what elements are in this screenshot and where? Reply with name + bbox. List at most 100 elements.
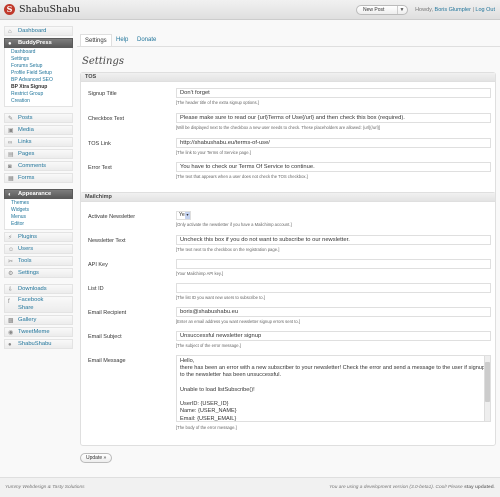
menu-label: Posts	[18, 115, 33, 121]
tab-donate[interactable]: Donate	[137, 34, 156, 46]
menu-label: Tools	[18, 258, 32, 264]
menu-appearance[interactable]: ◐ Appearance	[4, 189, 73, 199]
textarea-scrollbar[interactable]	[484, 356, 490, 421]
activate-newsletter-select[interactable]: Yes ▼	[176, 211, 191, 220]
menu-plugins[interactable]: ⚡ Plugins	[4, 232, 73, 242]
signup-title-input[interactable]: Don't forget	[176, 88, 491, 98]
api-key-label: API Key	[88, 262, 108, 268]
activate-newsletter-label: Activate Newsletter	[88, 214, 136, 220]
submenu-item-widgets[interactable]: Widgets	[5, 207, 72, 214]
mailchimp-panel-heading: Mailchimp	[81, 193, 495, 202]
page-icon: ▤	[8, 151, 14, 158]
tos-link-input[interactable]: http://shabushabu.eu/terms-of-use/	[176, 138, 491, 148]
shabushabu-icon: ●	[8, 341, 12, 348]
menu-comments[interactable]: ◙ Comments	[4, 161, 73, 171]
howdy-text: Howdy,	[415, 7, 434, 13]
submenu-item-menus[interactable]: Menus	[5, 214, 72, 221]
menu-gallery[interactable]: ▩ Gallery	[4, 315, 73, 325]
menu-label: ShabuShabu	[18, 341, 52, 347]
email-recipient-input[interactable]: boris@shabushabu.eu	[176, 307, 491, 317]
dashboard-icon: ⌂	[8, 28, 12, 35]
list-id-label: List ID	[88, 286, 104, 292]
menu-facebook-share[interactable]: f Facebook Share	[4, 296, 73, 313]
email-subject-input[interactable]: Unsuccessful newsletter signup	[176, 331, 491, 341]
submenu-item-bp-xtra-signup[interactable]: BP Xtra Signup	[5, 84, 72, 91]
list-id-input[interactable]	[176, 283, 491, 293]
new-post-button[interactable]: New Post ▼	[356, 5, 408, 15]
activate-newsletter-desc: [Only activate the newsletter if you hav…	[176, 222, 292, 227]
link-icon: ∞	[8, 139, 13, 146]
newsletter-text-label: Newsletter Text	[88, 238, 126, 244]
admin-header: S ShabuShabu New Post ▼ Howdy, Boris Glu…	[0, 0, 500, 20]
chevron-down-icon: ▼	[185, 212, 190, 219]
menu-label: Settings	[18, 270, 39, 276]
gallery-icon: ▩	[8, 317, 14, 324]
chevron-down-icon[interactable]: ▼	[397, 6, 406, 14]
menu-tweetmeme[interactable]: ◉ TweetMeme	[4, 327, 73, 337]
footer-period: .	[493, 485, 495, 490]
submenu-item-dashboard[interactable]: Dashboard	[5, 49, 72, 56]
email-subject-label: Email Subject	[88, 334, 122, 340]
tools-icon: ✂	[8, 258, 14, 265]
menu-label: Pages	[18, 151, 35, 157]
tos-panel-heading: TOS	[81, 73, 495, 82]
tos-panel: TOS Signup Title Don't forget [The heade…	[80, 72, 496, 198]
new-post-label: New Post	[363, 7, 385, 13]
tab-settings[interactable]: Settings	[80, 34, 112, 46]
buddypress-icon: ●	[8, 40, 12, 47]
tweetmeme-icon: ◉	[8, 329, 14, 336]
menu-shabushabu[interactable]: ● ShabuShabu	[4, 339, 73, 349]
menu-buddypress[interactable]: ● BuddyPress	[4, 38, 73, 48]
settings-icon: ⚙	[8, 270, 14, 277]
mailchimp-panel: Mailchimp Activate Newsletter Yes ▼ [Only…	[80, 192, 496, 446]
checkbox-text-input[interactable]: Please make sure to read our {url}Terms …	[176, 113, 491, 123]
checkbox-text-desc: [Will be displayed next to the checkbox …	[176, 125, 381, 130]
submenu-item-bp-advanced-seo[interactable]: BP Advanced SEO	[5, 77, 72, 84]
email-message-desc: [The body of the error message.]	[176, 425, 237, 430]
submenu-item-themes[interactable]: Themes	[5, 200, 72, 207]
newsletter-text-input[interactable]: Uncheck this box if you do not want to s…	[176, 235, 491, 245]
email-message-textarea[interactable]: Hello, there has been an error with a ne…	[176, 355, 491, 422]
scrollbar-thumb[interactable]	[485, 362, 490, 402]
submenu-item-profile-field-setup[interactable]: Profile Field Setup	[5, 70, 72, 77]
menu-settings[interactable]: ⚙ Settings	[4, 268, 73, 278]
menu-media[interactable]: ▣ Media	[4, 125, 73, 135]
menu-links[interactable]: ∞ Links	[4, 137, 73, 147]
submenu-item-editor[interactable]: Editor	[5, 221, 72, 228]
menu-label: Links	[18, 139, 32, 145]
email-subject-desc: [The subject of the error message.]	[176, 343, 241, 348]
signup-title-label: Signup Title	[88, 91, 117, 97]
email-recipient-label: Email Recipient	[88, 310, 127, 316]
submenu-item-restrict-group[interactable]: Restrict Group Creation	[5, 91, 72, 105]
api-key-input[interactable]	[176, 259, 491, 269]
tab-help[interactable]: Help	[116, 34, 128, 46]
menu-label: BuddyPress	[18, 40, 52, 46]
menu-pages[interactable]: ▤ Pages	[4, 149, 73, 159]
update-button[interactable]: Update »	[80, 453, 113, 463]
menu-forms[interactable]: ▦ Forms	[4, 173, 73, 183]
newsletter-text-desc: [The text next to the checkbox on the re…	[176, 247, 280, 252]
submenu-item-settings[interactable]: Settings	[5, 56, 72, 63]
menu-label: Appearance	[18, 191, 52, 197]
logout-link[interactable]: Log Out	[475, 7, 495, 13]
menu-tools[interactable]: ✂ Tools	[4, 256, 73, 266]
user-greeting: Howdy, Boris Glumpler | Log Out	[415, 7, 495, 13]
user-profile-link[interactable]: Boris Glumpler	[435, 7, 471, 13]
page-title: Settings	[82, 56, 124, 67]
tos-link-label: TOS Link	[88, 141, 111, 147]
menu-label: Users	[18, 246, 34, 252]
submenu-item-forums-setup[interactable]: Forums Setup	[5, 63, 72, 70]
separator: |	[472, 7, 474, 13]
site-logo-icon[interactable]: S	[4, 4, 15, 15]
tos-link-desc: [The link to your Terms of Service page.…	[176, 150, 251, 155]
stay-updated-link[interactable]: stay updated	[464, 485, 494, 490]
site-title[interactable]: ShabuShabu	[19, 4, 80, 15]
footer-version: You are using a development version (3.0…	[329, 485, 495, 490]
menu-label: TweetMeme	[18, 329, 50, 335]
error-text-input[interactable]: You have to check our Terms Of Service t…	[176, 162, 491, 172]
api-key-desc: [Your Mailchimp API key.]	[176, 271, 224, 276]
menu-downloads[interactable]: ⇩ Downloads	[4, 284, 73, 294]
menu-posts[interactable]: ✎ Posts	[4, 113, 73, 123]
menu-users[interactable]: ☺ Users	[4, 244, 73, 254]
menu-dashboard[interactable]: ⌂ Dashboard	[4, 26, 73, 36]
